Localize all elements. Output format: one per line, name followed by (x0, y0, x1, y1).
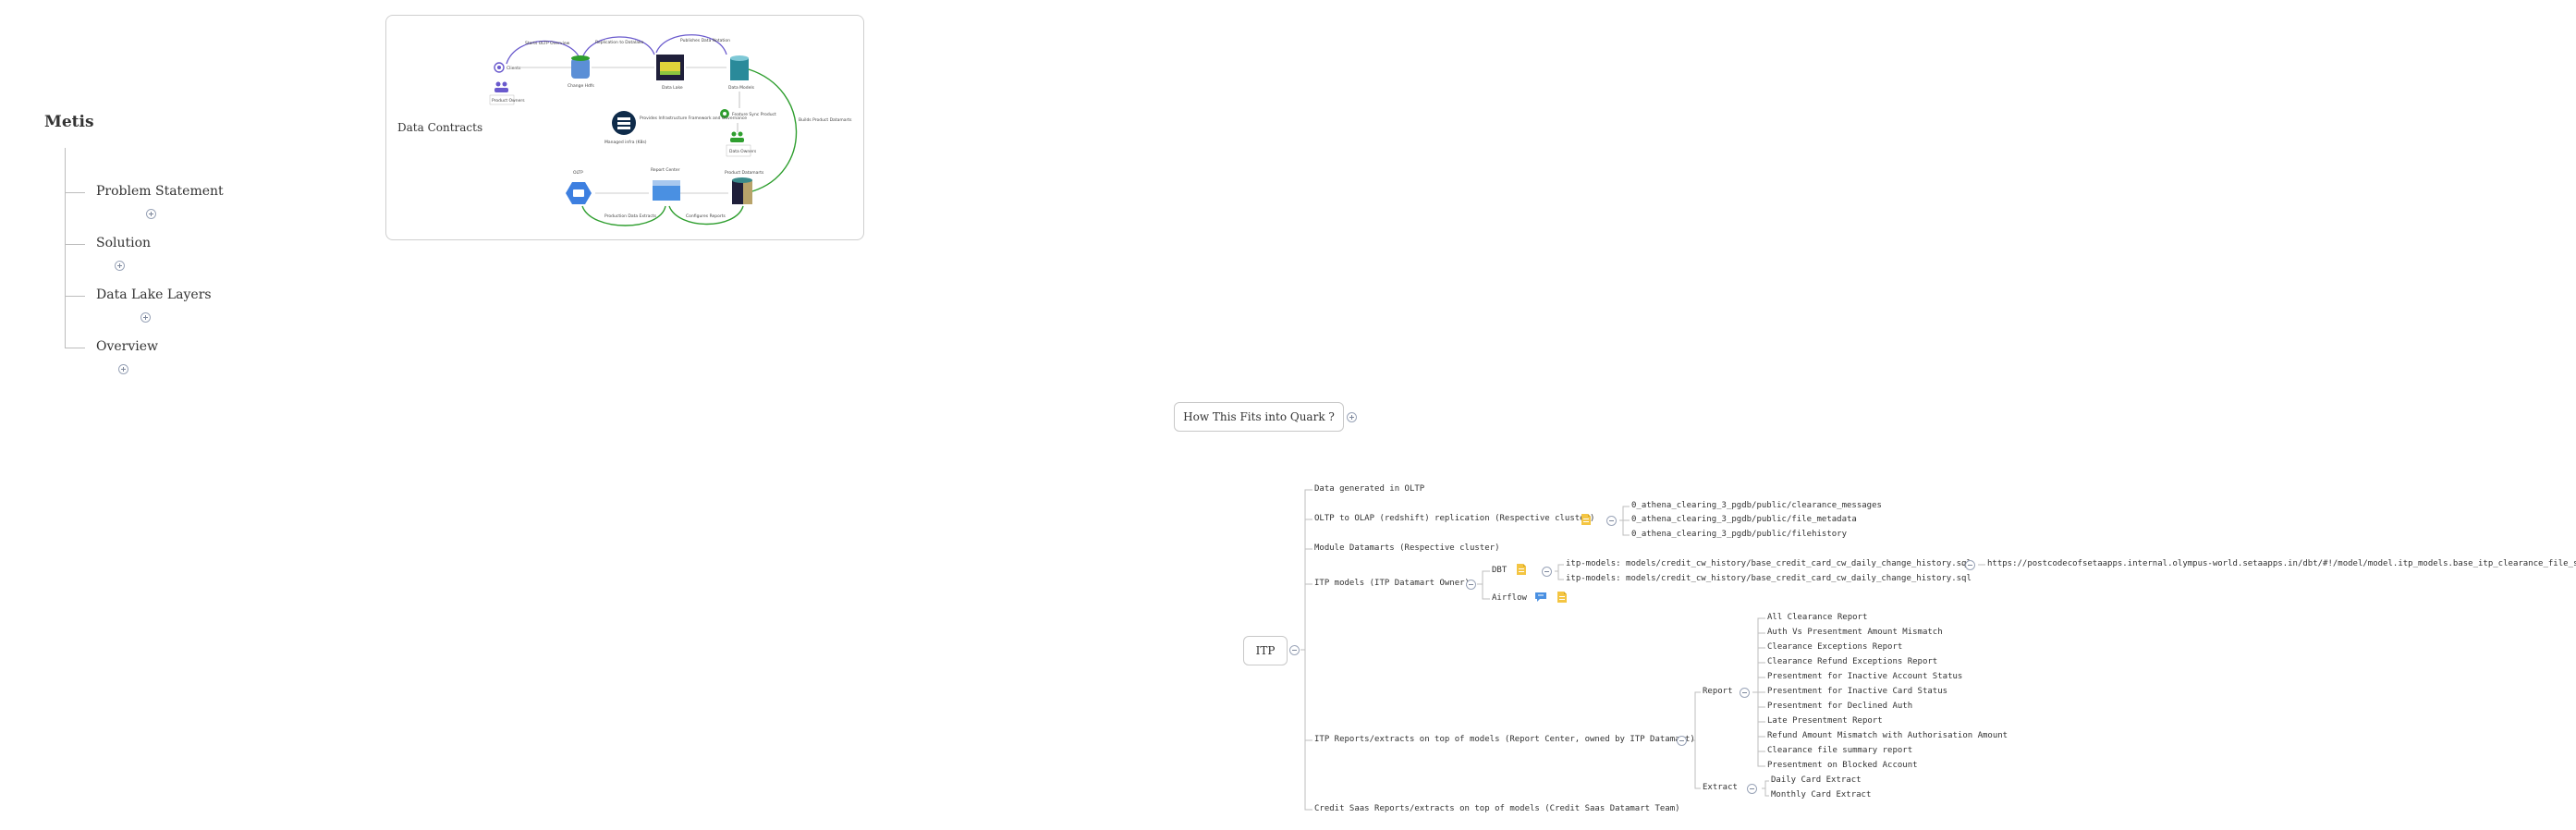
quark-node[interactable]: How This Fits into Quark ? (1174, 402, 1344, 432)
itp-item-oltp[interactable]: Data generated in OLTP (1314, 484, 1424, 494)
dbt-file[interactable]: itp-models: models/credit_cw_history/bas… (1566, 574, 1972, 583)
report-center-icon (653, 186, 680, 201)
report-item[interactable]: Presentment for Inactive Card Status (1767, 687, 1947, 696)
builds-label: Builds Product Datamarts (799, 117, 852, 123)
arc-label-2: Replication to Datalake (595, 40, 643, 45)
collapse-dbt-file-icon[interactable] (1965, 560, 1975, 570)
metis-title[interactable]: Metis (44, 113, 94, 131)
data-owners-icon (731, 131, 737, 137)
report-item[interactable]: All Clearance Report (1767, 613, 1867, 622)
bottom-arc-label-2: Configures Reports (686, 214, 726, 219)
report-item[interactable]: Refund Amount Mismatch with Authorisatio… (1767, 731, 2008, 740)
report-item[interactable]: Presentment on Blocked Account (1767, 761, 1918, 770)
collapse-report-icon[interactable] (1740, 688, 1750, 698)
clients-label: Clients (507, 66, 521, 71)
expand-quark-icon[interactable] (1347, 412, 1357, 422)
replication-table[interactable]: 0_athena_clearing_3_pgdb/public/filehist… (1631, 530, 1847, 539)
report-item[interactable]: Auth Vs Presentment Amount Mismatch (1767, 628, 1943, 637)
product-datamarts-label: Product Datamarts (725, 170, 764, 176)
note-icon[interactable] (1516, 564, 1526, 575)
metis-item-problem-statement[interactable]: Problem Statement (96, 184, 224, 199)
collapse-replication-icon[interactable] (1606, 516, 1617, 526)
report-center-label: Report Center (651, 167, 680, 173)
metis-branch (65, 296, 85, 297)
dbt-docs-link[interactable]: https://postcodecofsetaapps.internal.oly… (1987, 559, 2576, 568)
extract-group[interactable]: Extract (1703, 783, 1738, 792)
change-hdfs-label: Change Hdfs (568, 83, 594, 89)
models-airflow[interactable]: Airflow (1492, 593, 1527, 603)
expand-overview-icon[interactable] (118, 364, 128, 374)
itp-item-reports-extracts[interactable]: ITP Reports/extracts on top of models (R… (1314, 735, 1695, 744)
owners-icon (495, 81, 501, 87)
data-contracts-card[interactable]: Data Contracts Starts OLTP Overview Repl… (385, 15, 864, 240)
arc-label-3: Publishes Data Notation (680, 38, 730, 43)
itp-item-module-datamarts[interactable]: Module Datamarts (Respective cluster) (1314, 543, 1499, 553)
owners-label: Product Owners (492, 98, 525, 104)
data-models-label: Data Models (728, 85, 755, 91)
data-models-icon (730, 58, 749, 80)
report-item[interactable]: Late Presentment Report (1767, 716, 1883, 726)
infra-note: Provides Infrastructure Framework and Go… (640, 116, 747, 121)
metis-item-solution[interactable]: Solution (96, 236, 151, 250)
itp-item-models[interactable]: ITP models (ITP Datamart Owner) (1314, 579, 1470, 588)
itp-item-credit-saas[interactable]: Credit Saas Reports/extracts on top of m… (1314, 804, 1680, 813)
arc-publishes (655, 34, 727, 55)
report-item[interactable]: Presentment for Inactive Account Status (1767, 672, 1962, 681)
metis-item-data-lake-layers[interactable]: Data Lake Layers (96, 287, 212, 302)
expand-data-lake-layers-icon[interactable] (140, 312, 151, 323)
metis-trunk (65, 148, 66, 348)
collapse-dbt-icon[interactable] (1542, 567, 1552, 577)
extract-item[interactable]: Daily Card Extract (1771, 775, 1862, 785)
itp-item-replication[interactable]: OLTP to OLAP (redshift) replication (Res… (1314, 514, 1594, 523)
note-icon[interactable] (1557, 592, 1567, 603)
report-group[interactable]: Report (1703, 687, 1733, 696)
collapse-models-icon[interactable] (1466, 580, 1476, 590)
data-owners-label: Data Owners (729, 149, 757, 154)
metis-item-overview[interactable]: Overview (96, 339, 158, 354)
collapse-extract-icon[interactable] (1747, 784, 1757, 794)
change-hdfs-icon (571, 58, 590, 79)
metis-branch (65, 244, 85, 245)
itp-root[interactable]: ITP (1243, 636, 1288, 665)
data-lake-label: Data Lake (662, 85, 683, 91)
report-item[interactable]: Clearance Exceptions Report (1767, 642, 1902, 652)
infra-sub: Managed infra (K8s) (604, 140, 647, 145)
report-item[interactable]: Presentment for Declined Auth (1767, 702, 1912, 711)
note-icon[interactable] (1581, 514, 1591, 525)
arc-label-1: Starts OLTP Overview (525, 41, 570, 46)
collapse-itp-icon[interactable] (1289, 645, 1300, 655)
replication-table[interactable]: 0_athena_clearing_3_pgdb/public/file_met… (1631, 515, 1857, 524)
collapse-reports-extracts-icon[interactable] (1677, 736, 1687, 746)
report-item[interactable]: Clearance Refund Exceptions Report (1767, 657, 1937, 666)
chat-icon[interactable] (1534, 592, 1547, 602)
expand-solution-icon[interactable] (115, 261, 125, 271)
oltp-label: OLTP (573, 170, 583, 176)
dbt-file[interactable]: itp-models: models/credit_cw_history/bas… (1566, 559, 1972, 568)
bottom-arc-label-1: Production Data Extracts (604, 214, 657, 219)
data-contracts-diagram: Starts OLTP Overview Replication to Data… (489, 34, 852, 226)
extract-item[interactable]: Monthly Card Extract (1771, 790, 1871, 799)
models-dbt[interactable]: DBT (1492, 566, 1507, 575)
expand-problem-statement-icon[interactable] (146, 209, 156, 219)
report-item[interactable]: Clearance file summary report (1767, 746, 1912, 755)
replication-table[interactable]: 0_athena_clearing_3_pgdb/public/clearanc… (1631, 501, 1882, 510)
metis-branch (65, 192, 85, 193)
